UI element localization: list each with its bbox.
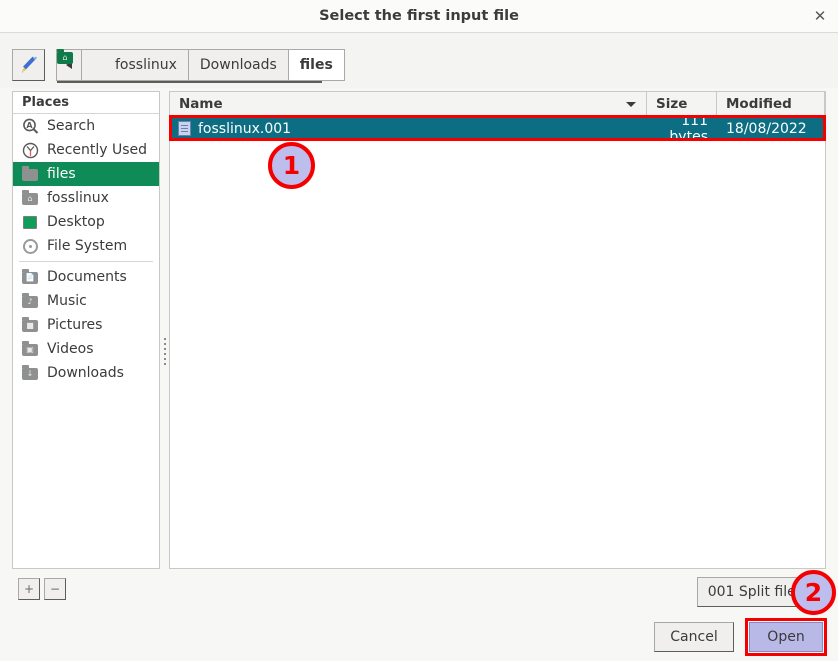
sort-descending-icon [626, 102, 636, 107]
breadcrumb-item-downloads[interactable]: Downloads [188, 50, 289, 80]
breadcrumb: ⌂ fosslinux Downloads files [56, 49, 345, 81]
desktop-icon [22, 214, 39, 231]
breadcrumb-item-files[interactable]: files [288, 50, 345, 80]
folder-icon [22, 165, 39, 183]
edit-location-button[interactable] [12, 49, 45, 81]
home-folder-icon: ⌂ [22, 189, 39, 207]
breadcrumb-item-fosslinux[interactable]: ⌂ fosslinux [57, 49, 189, 80]
column-header-modified-label: Modified [726, 96, 792, 112]
pane-splitter[interactable] [163, 335, 167, 371]
table-row[interactable]: fosslinux.001 111 bytes 18/08/2022 [170, 113, 825, 145]
remove-bookmark-button[interactable]: − [44, 578, 66, 600]
sidebar-item-files[interactable]: files [13, 162, 159, 186]
sidebar-item-label: Search [47, 118, 96, 134]
music-folder-icon: ♪ [22, 292, 39, 310]
column-header-name[interactable]: Name [170, 92, 647, 116]
open-button[interactable]: Open [749, 622, 823, 652]
breadcrumb-item-label: fosslinux [115, 57, 177, 73]
sidebar-item-recently-used[interactable]: Recently Used [13, 138, 159, 162]
file-list-pane: Name Size Modified fosslinux.001 111 byt… [169, 91, 826, 569]
sidebar-item-videos[interactable]: ▣ Videos [13, 337, 159, 361]
add-bookmark-button[interactable]: + [18, 578, 40, 600]
sidebar-item-label: files [47, 166, 76, 182]
documents-folder-icon: 📄 [22, 268, 39, 286]
sidebar-item-label: Pictures [47, 317, 103, 333]
breadcrumb-item-label: files [299, 57, 333, 73]
file-modified-cell: 18/08/2022 [726, 120, 807, 137]
sidebar-item-pictures[interactable]: ■ Pictures [13, 313, 159, 337]
disc-icon [22, 238, 39, 255]
sidebar-item-label: Recently Used [47, 142, 148, 158]
videos-folder-icon: ▣ [22, 340, 39, 358]
close-icon[interactable]: ✕ [808, 5, 832, 29]
sidebar-item-label: Videos [47, 341, 94, 357]
pictures-folder-icon: ■ [22, 316, 39, 334]
search-icon: A [22, 118, 39, 135]
sidebar-item-label: Downloads [47, 365, 124, 381]
sidebar-item-downloads[interactable]: ↓ Downloads [13, 361, 159, 385]
chevron-down-icon [806, 591, 816, 597]
places-sidebar: Places A Search Recently Used files ⌂ fo [12, 91, 160, 569]
breadcrumb-shadow [57, 81, 322, 83]
file-icon [178, 121, 191, 136]
window-title: Select the first input file [319, 8, 519, 24]
sidebar-item-label: File System [47, 238, 128, 254]
places-header: Places [13, 92, 159, 114]
sidebar-item-label: Documents [47, 269, 127, 285]
sidebar-item-documents[interactable]: 📄 Documents [13, 265, 159, 289]
column-header-size[interactable]: Size [647, 92, 717, 116]
breadcrumb-item-label: Downloads [199, 57, 277, 73]
file-type-filter-label: 001 Split files [707, 584, 803, 600]
sidebar-item-desktop[interactable]: Desktop [13, 210, 159, 234]
sidebar-item-music[interactable]: ♪ Music [13, 289, 159, 313]
sidebar-item-label: Music [47, 293, 87, 309]
svg-text:A: A [26, 121, 33, 130]
column-header-size-label: Size [656, 96, 688, 112]
sidebar-item-file-system[interactable]: File System [13, 234, 159, 258]
sidebar-item-search[interactable]: A Search [13, 114, 159, 138]
sidebar-divider [19, 261, 153, 262]
file-size-cell: 111 bytes [669, 112, 708, 145]
sidebar-item-label: Desktop [47, 214, 105, 230]
column-header-modified[interactable]: Modified [717, 92, 825, 116]
sidebar-item-fosslinux[interactable]: ⌂ fosslinux [13, 186, 159, 210]
column-header-name-label: Name [179, 96, 223, 112]
places-buttons: + − [18, 578, 66, 600]
sidebar-item-label: fosslinux [47, 190, 109, 206]
cancel-button[interactable]: Cancel [654, 622, 734, 652]
file-type-filter-dropdown[interactable]: 001 Split files [697, 577, 826, 607]
pencil-icon [22, 56, 38, 73]
downloads-folder-icon: ↓ [22, 364, 39, 382]
file-name-cell: fosslinux.001 [170, 121, 647, 137]
title-bar: Select the first input file ✕ [0, 0, 838, 33]
clock-icon [22, 142, 39, 159]
file-name-label: fosslinux.001 [198, 120, 292, 137]
file-list-header: Name Size Modified [170, 92, 825, 117]
